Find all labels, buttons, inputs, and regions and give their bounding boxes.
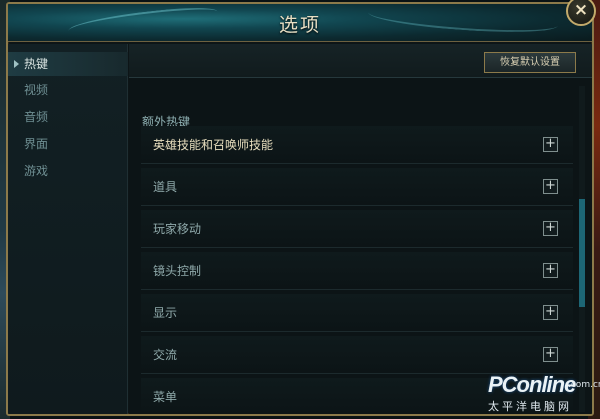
options-dialog: 选项 热键 视频 音频 界面 游戏 恢复默认设置 额外热键 英雄技能和召唤师技能… <box>6 2 594 416</box>
hotkey-group-row[interactable]: 玩家移动 + <box>141 210 573 248</box>
sidebar-item-hotkeys[interactable]: 热键 <box>8 52 128 76</box>
sidebar-item-video[interactable]: 视频 <box>8 78 128 102</box>
hotkeys-panel: 恢复默认设置 额外热键 英雄技能和召唤师技能 + 道具 + 玩家移动 + 镜头控… <box>129 44 592 414</box>
hotkey-group-label: 显示 <box>153 306 178 320</box>
dialog-title: 选项 <box>278 14 321 36</box>
hotkey-group-label: 交流 <box>153 348 178 362</box>
expand-plus-icon[interactable]: + <box>543 137 558 152</box>
title-bar: 选项 <box>8 4 592 42</box>
panel-toolbar: 恢复默认设置 <box>129 44 592 78</box>
hotkey-group-label: 英雄技能和召唤师技能 <box>153 138 274 152</box>
expand-plus-icon[interactable]: + <box>543 305 558 320</box>
options-sidebar: 热键 视频 音频 界面 游戏 <box>8 44 128 414</box>
hotkey-group-row[interactable]: 道具 + <box>141 168 573 206</box>
watermark-domain: .com.cn <box>568 380 600 390</box>
hotkey-group-label: 菜单 <box>153 390 178 404</box>
scrollbar-thumb[interactable] <box>579 199 585 307</box>
hotkey-group-label: 镜头控制 <box>153 264 202 278</box>
sidebar-item-interface[interactable]: 界面 <box>8 132 128 156</box>
expand-plus-icon[interactable]: + <box>543 179 558 194</box>
watermark-brand: PConline <box>488 372 576 397</box>
sidebar-item-game[interactable]: 游戏 <box>8 159 128 183</box>
watermark-subtitle: 太平洋电脑网 <box>488 400 572 413</box>
hotkey-group-row[interactable]: 英雄技能和召唤师技能 + <box>141 126 573 164</box>
sidebar-item-audio[interactable]: 音频 <box>8 105 128 129</box>
expand-plus-icon[interactable]: + <box>543 221 558 236</box>
restore-defaults-button[interactable]: 恢复默认设置 <box>484 52 576 73</box>
hotkey-group-row[interactable]: 镜头控制 + <box>141 252 573 290</box>
hotkey-group-row[interactable]: 显示 + <box>141 294 573 332</box>
expand-plus-icon[interactable]: + <box>543 263 558 278</box>
hotkey-group-label: 道具 <box>153 180 178 194</box>
watermark-logo: PConline .com.cn 太平洋电脑网 <box>482 368 600 414</box>
hotkey-group-label: 玩家移动 <box>153 222 202 236</box>
expand-plus-icon[interactable]: + <box>543 347 558 362</box>
